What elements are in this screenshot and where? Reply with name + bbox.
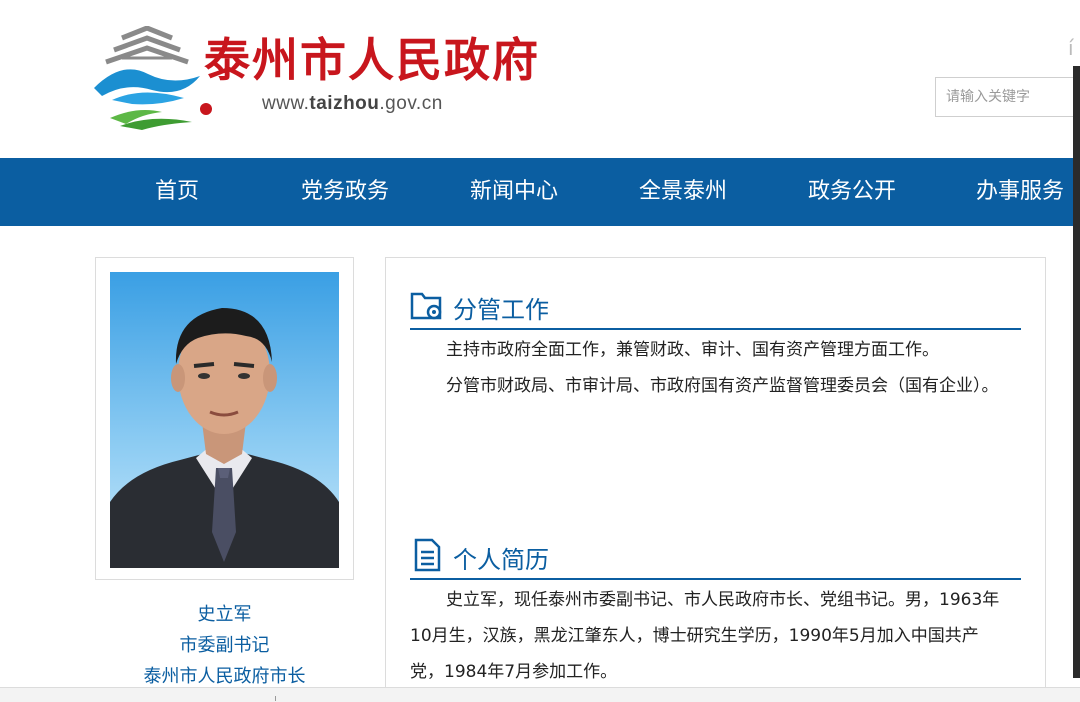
corner-glyph: í [1068, 36, 1074, 60]
profile-photo [110, 272, 339, 568]
profile-photo-frame [95, 257, 354, 580]
responsibilities-title: 分管工作 [453, 296, 549, 324]
nav-item-news-center[interactable]: 新闻中心 [470, 158, 558, 226]
profile-position-gov[interactable]: 泰州市人民政府市长 [95, 662, 354, 688]
nav-item-panorama[interactable]: 全景泰州 [639, 158, 727, 226]
nav-item-home[interactable]: 首页 [155, 158, 199, 226]
resume-text: 史立军，现任泰州市委副书记、市人民政府市长、党组书记。男，1963年10月生，汉… [410, 582, 1010, 690]
nav-item-party-affairs[interactable]: 党务政务 [301, 158, 389, 226]
resume-paragraph: 史立军，现任泰州市委副书记、市人民政府市长、党组书记。男，1963年10月生，汉… [410, 590, 1000, 682]
responsibilities-text: 主持市政府全面工作，兼管财政、审计、国有资产管理方面工作。 分管市财政局、市审计… [410, 332, 1010, 404]
url-prefix: www. [262, 93, 310, 114]
scrollbar[interactable] [1073, 66, 1080, 678]
url-suffix: .gov.cn [379, 93, 443, 114]
search-box[interactable] [935, 77, 1080, 117]
site-title[interactable]: 泰州市人民政府 [204, 30, 540, 90]
site-header: 泰州市人民政府 www.taizhou.gov.cn í [0, 0, 1080, 158]
site-url: www.taizhou.gov.cn [262, 93, 443, 115]
responsibilities-paragraph: 主持市政府全面工作，兼管财政、审计、国有资产管理方面工作。 [446, 340, 939, 360]
resume-header: 个人简历 [410, 538, 1021, 580]
profile-name[interactable]: 史立军 [95, 600, 354, 626]
seal-icon [200, 103, 212, 115]
search-input[interactable] [946, 79, 1076, 115]
main-nav: 首页 党务政务 新闻中心 全景泰州 政务公开 办事服务 [0, 158, 1080, 226]
nav-item-services[interactable]: 办事服务 [976, 158, 1064, 226]
url-domain: taizhou [309, 93, 380, 114]
site-logo-icon[interactable] [92, 26, 202, 130]
responsibilities-header: 分管工作 [410, 288, 1021, 330]
bottom-strip [0, 687, 1080, 702]
profile-position-party[interactable]: 市委副书记 [95, 631, 354, 657]
folder-settings-icon [410, 292, 442, 320]
nav-item-gov-disclosure[interactable]: 政务公开 [808, 158, 896, 226]
responsibilities-paragraph: 分管市财政局、市审计局、市政府国有资产监督管理委员会（国有企业）。 [446, 376, 999, 396]
document-icon [414, 538, 441, 572]
resume-title: 个人简历 [453, 546, 549, 574]
bottom-divider [275, 696, 276, 701]
